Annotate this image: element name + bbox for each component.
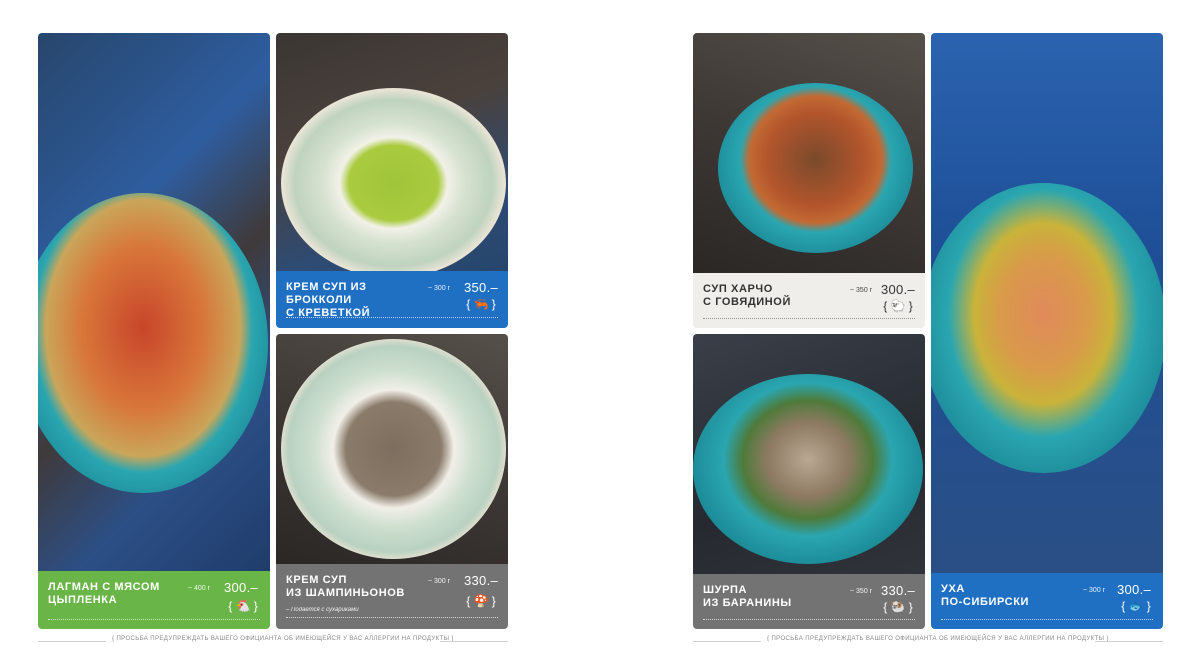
footer-rule-right <box>1095 641 1163 642</box>
dish-label: УХА ПО-СИБИРСКИ ~ 300 г 300.– { 🐟 } <box>931 573 1163 629</box>
dish-name: КРЕМ СУП ИЗ БРОККОЛИ С КРЕВЕТКОЙ <box>286 281 371 319</box>
fish-icon: { 🐟 } <box>1121 599 1151 613</box>
dish-label: КРЕМ СУП ИЗ БРОККОЛИ С КРЕВЕТКОЙ ~ 300 г … <box>276 271 508 328</box>
menu-card-mushroom-soup[interactable]: КРЕМ СУП ИЗ ШАМПИНЬОНОВ ~ 300 г 330.– { 🍄… <box>276 334 508 629</box>
dish-label: СУП ХАРЧО С ГОВЯДИНОЙ ~ 350 г 300.– { 🐑 } <box>693 273 925 328</box>
dotted-divider <box>941 619 1153 620</box>
soup-bowl <box>38 193 268 493</box>
dotted-divider <box>286 617 498 618</box>
dish-name: ЛАГМАН С МЯСОМ ЦЫПЛЕНКА <box>48 581 160 606</box>
dish-weight: ~ 400 г <box>188 585 211 592</box>
dish-weight: ~ 300 г <box>1083 587 1106 594</box>
mushroom-icon: { 🍄 } <box>466 594 496 608</box>
chicken-icon: { 🐔 } <box>228 599 258 613</box>
soup-plate <box>281 339 506 559</box>
dish-photo <box>276 33 508 278</box>
allergy-notice: { ПРОСЬБА ПРЕДУПРЕЖДАТЬ ВАШЕГО ОФИЦИАНТА… <box>112 636 454 642</box>
dotted-divider <box>48 619 260 620</box>
soup-bowl <box>931 183 1163 473</box>
soup-bowl <box>718 83 913 253</box>
dish-weight: ~ 350 г <box>850 588 873 595</box>
dish-photo <box>693 33 925 273</box>
menu-card-ukha[interactable]: УХА ПО-СИБИРСКИ ~ 300 г 300.– { 🐟 } <box>931 33 1163 629</box>
dish-price: 300.– <box>881 282 916 297</box>
footer-rule-left <box>693 641 761 642</box>
dish-photo <box>693 334 925 574</box>
shrimp-icon: { 🦐 } <box>466 297 496 311</box>
dish-weight: ~ 300 г <box>428 285 451 292</box>
menu-card-broccoli-soup[interactable]: КРЕМ СУП ИЗ БРОККОЛИ С КРЕВЕТКОЙ ~ 300 г … <box>276 33 508 328</box>
dish-name: УХА ПО-СИБИРСКИ <box>941 583 1030 608</box>
dish-label: ШУРПА ИЗ БАРАНИНЫ ~ 350 г 330.– { 🐏 } <box>693 574 925 629</box>
lamb-icon: { 🐏 } <box>883 600 913 614</box>
dish-price: 330.– <box>464 573 499 588</box>
dish-weight: ~ 350 г <box>850 287 873 294</box>
menu-card-lagman[interactable]: ЛАГМАН С МЯСОМ ЦЫПЛЕНКА ~ 400 г 300.– { 🐔… <box>38 33 270 629</box>
dotted-divider <box>703 619 915 620</box>
dish-weight: ~ 300 г <box>428 578 451 585</box>
menu-card-kharcho[interactable]: СУП ХАРЧО С ГОВЯДИНОЙ ~ 350 г 300.– { 🐑 } <box>693 33 925 328</box>
dish-photo <box>931 33 1163 573</box>
menu-card-shurpa[interactable]: ШУРПА ИЗ БАРАНИНЫ ~ 350 г 330.– { 🐏 } <box>693 334 925 629</box>
footer-rule-left <box>38 641 106 642</box>
serving-note: – Подается с сухариками <box>286 607 359 613</box>
dish-price: 330.– <box>881 583 916 598</box>
menu-page-left: ЛАГМАН С МЯСОМ ЦЫПЛЕНКА ~ 400 г 300.– { 🐔… <box>0 0 600 662</box>
dish-photo <box>38 33 270 571</box>
dotted-divider <box>703 318 915 319</box>
dish-name: ШУРПА ИЗ БАРАНИНЫ <box>703 584 792 609</box>
dish-price: 300.– <box>224 580 259 595</box>
soup-plate <box>281 88 506 278</box>
dish-name: СУП ХАРЧО С ГОВЯДИНОЙ <box>703 283 791 308</box>
dish-price: 350.– <box>464 280 499 295</box>
dish-price: 300.– <box>1117 582 1152 597</box>
dish-photo <box>276 334 508 564</box>
footer-rule-right <box>440 641 508 642</box>
sheep-icon: { 🐑 } <box>883 299 913 313</box>
dotted-divider <box>286 317 498 318</box>
dish-label: КРЕМ СУП ИЗ ШАМПИНЬОНОВ ~ 300 г 330.– { 🍄… <box>276 564 508 629</box>
menu-page-right: СУП ХАРЧО С ГОВЯДИНОЙ ~ 350 г 300.– { 🐑 }… <box>600 0 1200 662</box>
dish-label: ЛАГМАН С МЯСОМ ЦЫПЛЕНКА ~ 400 г 300.– { 🐔… <box>38 571 270 629</box>
soup-bowl <box>693 374 923 564</box>
allergy-notice: { ПРОСЬБА ПРЕДУПРЕЖДАТЬ ВАШЕГО ОФИЦИАНТА… <box>767 636 1109 642</box>
dish-name: КРЕМ СУП ИЗ ШАМПИНЬОНОВ <box>286 574 405 599</box>
